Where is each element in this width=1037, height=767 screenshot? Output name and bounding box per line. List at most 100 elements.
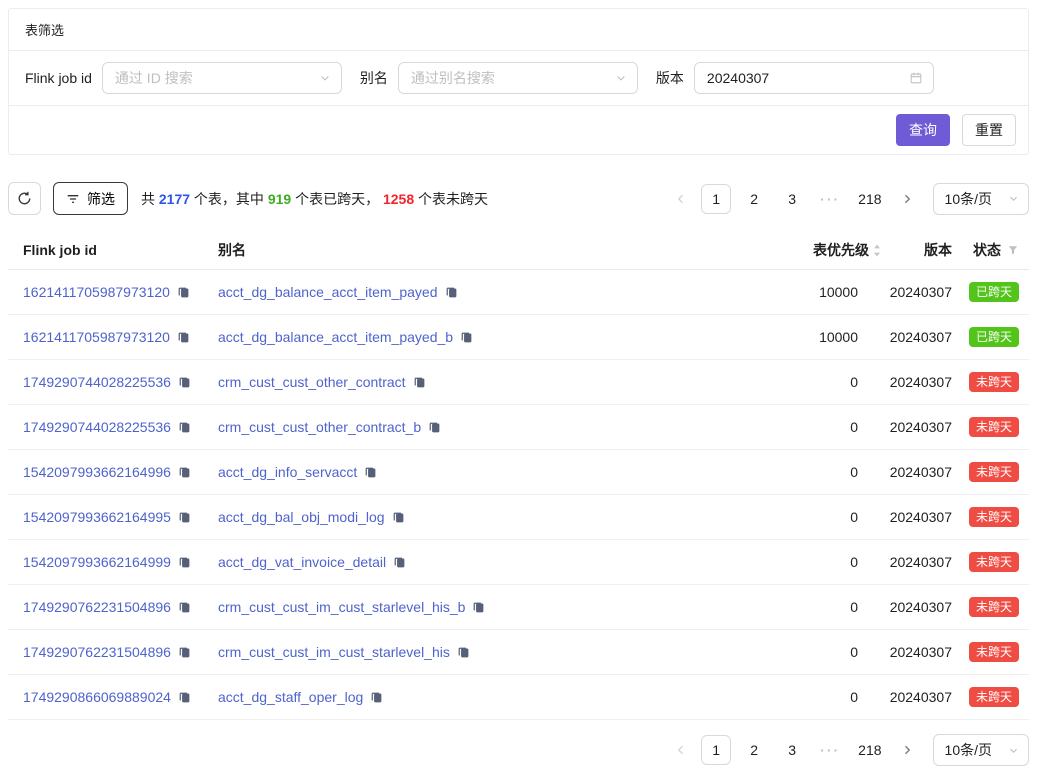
- filter-toggle-label: 筛选: [87, 189, 115, 209]
- status-badge: 未跨天: [969, 462, 1019, 482]
- pagination-ellipsis[interactable]: ···: [815, 735, 845, 765]
- chevron-down-icon: [615, 72, 627, 84]
- alias-label: 别名: [360, 68, 388, 88]
- flink-job-id-input[interactable]: [113, 69, 313, 87]
- filter-funnel-icon[interactable]: [1007, 244, 1019, 256]
- alias-link[interactable]: acct_dg_balance_acct_item_payed: [218, 284, 438, 300]
- copy-icon[interactable]: [428, 421, 441, 434]
- pagination-next-button[interactable]: [895, 184, 919, 214]
- pagination-page-3[interactable]: 3: [777, 184, 807, 214]
- copy-icon[interactable]: [472, 601, 485, 614]
- copy-icon[interactable]: [177, 331, 190, 344]
- pagination-next-button[interactable]: [895, 735, 919, 765]
- alias-link[interactable]: acct_dg_balance_acct_item_payed_b: [218, 329, 453, 345]
- chevron-down-icon: [319, 72, 331, 84]
- copy-icon[interactable]: [445, 286, 458, 299]
- filter-lines-icon: [66, 192, 80, 206]
- alias-link[interactable]: acct_dg_info_servacct: [218, 464, 357, 480]
- page: 表筛选 Flink job id 别名 版本: [0, 0, 1037, 766]
- priority-value: 0: [732, 509, 882, 525]
- page-size-select[interactable]: 10条/页: [933, 734, 1029, 766]
- refresh-button[interactable]: [8, 182, 41, 215]
- copy-icon[interactable]: [177, 286, 190, 299]
- flink-job-id-select[interactable]: [102, 62, 342, 94]
- status-badge: 已跨天: [969, 327, 1019, 347]
- job-id-link[interactable]: 1542097993662164995: [23, 509, 171, 525]
- pagination-page-218[interactable]: 218: [853, 735, 886, 765]
- flink-job-id-label: Flink job id: [25, 70, 92, 86]
- copy-icon[interactable]: [393, 556, 406, 569]
- copy-icon[interactable]: [178, 691, 191, 704]
- alias-link[interactable]: acct_dg_bal_obj_modi_log: [218, 509, 385, 525]
- page-size-select[interactable]: 10条/页: [933, 183, 1029, 215]
- query-button[interactable]: 查询: [896, 114, 950, 146]
- priority-value: 0: [732, 644, 882, 660]
- job-id-link[interactable]: 1749290866069889024: [23, 689, 171, 705]
- version-value: 20240307: [882, 329, 952, 345]
- copy-icon[interactable]: [178, 466, 191, 479]
- job-id-link[interactable]: 1542097993662164999: [23, 554, 171, 570]
- copy-icon[interactable]: [178, 601, 191, 614]
- alias-link[interactable]: crm_cust_cust_other_contract: [218, 374, 406, 390]
- priority-value: 0: [732, 419, 882, 435]
- pagination-page-2[interactable]: 2: [739, 184, 769, 214]
- pagination-ellipsis[interactable]: ···: [815, 184, 845, 214]
- job-id-link[interactable]: 1542097993662164996: [23, 464, 171, 480]
- column-header-priority[interactable]: 表优先级: [732, 240, 882, 260]
- version-value: 20240307: [882, 689, 952, 705]
- copy-icon[interactable]: [178, 421, 191, 434]
- version-value: 20240307: [882, 419, 952, 435]
- alias-link[interactable]: acct_dg_vat_invoice_detail: [218, 554, 386, 570]
- refresh-icon: [17, 191, 32, 206]
- job-id-link[interactable]: 1749290744028225536: [23, 374, 171, 390]
- alias-link[interactable]: acct_dg_staff_oper_log: [218, 689, 363, 705]
- pagination-page-1[interactable]: 1: [701, 735, 731, 765]
- copy-icon[interactable]: [178, 511, 191, 524]
- alias-link[interactable]: crm_cust_cust_other_contract_b: [218, 419, 421, 435]
- version-value: 20240307: [882, 509, 952, 525]
- crossed-count: 919: [268, 191, 291, 207]
- version-value: 20240307: [882, 374, 952, 390]
- copy-icon[interactable]: [392, 511, 405, 524]
- copy-icon[interactable]: [370, 691, 383, 704]
- pagination-prev-button[interactable]: [669, 735, 693, 765]
- priority-value: 0: [732, 374, 882, 390]
- copy-icon[interactable]: [457, 646, 470, 659]
- priority-value: 0: [732, 554, 882, 570]
- job-id-link[interactable]: 1749290762231504896: [23, 599, 171, 615]
- version-input[interactable]: [705, 69, 903, 87]
- copy-icon[interactable]: [460, 331, 473, 344]
- job-id-link[interactable]: 1749290744028225536: [23, 419, 171, 435]
- sort-icon[interactable]: [872, 243, 882, 258]
- reset-button[interactable]: 重置: [962, 114, 1016, 146]
- table-row: 1749290744028225536 crm_cust_cust_other_…: [8, 405, 1029, 450]
- filter-toggle-button[interactable]: 筛选: [53, 182, 128, 215]
- pagination-bottom: 123 ··· 218 10条/页: [8, 734, 1029, 766]
- alias-link[interactable]: crm_cust_cust_im_cust_starlevel_his: [218, 644, 450, 660]
- alias-input[interactable]: [409, 69, 609, 87]
- uncrossed-count: 1258: [383, 191, 414, 207]
- copy-icon[interactable]: [178, 556, 191, 569]
- pagination-page-218[interactable]: 218: [853, 184, 886, 214]
- pagination-page-1[interactable]: 1: [701, 184, 731, 214]
- copy-icon[interactable]: [178, 646, 191, 659]
- pagination-prev-button[interactable]: [669, 184, 693, 214]
- copy-icon[interactable]: [413, 376, 426, 389]
- alias-select[interactable]: [398, 62, 638, 94]
- version-date-picker[interactable]: [694, 62, 934, 94]
- table-row: 1621411705987973120 acct_dg_balance_acct…: [8, 270, 1029, 315]
- priority-value: 0: [732, 464, 882, 480]
- pagination-page-2[interactable]: 2: [739, 735, 769, 765]
- job-id-link[interactable]: 1621411705987973120: [23, 329, 170, 345]
- copy-icon[interactable]: [364, 466, 377, 479]
- filter-card-title: 表筛选: [9, 9, 1028, 51]
- page-size-value: 10条/页: [945, 740, 992, 760]
- copy-icon[interactable]: [178, 376, 191, 389]
- job-id-link[interactable]: 1621411705987973120: [23, 284, 170, 300]
- version-value: 20240307: [882, 284, 952, 300]
- alias-link[interactable]: crm_cust_cust_im_cust_starlevel_his_b: [218, 599, 465, 615]
- table-row: 1749290762231504896 crm_cust_cust_im_cus…: [8, 630, 1029, 675]
- pagination-page-3[interactable]: 3: [777, 735, 807, 765]
- job-id-link[interactable]: 1749290762231504896: [23, 644, 171, 660]
- table-body: 1621411705987973120 acct_dg_balance_acct…: [8, 270, 1029, 720]
